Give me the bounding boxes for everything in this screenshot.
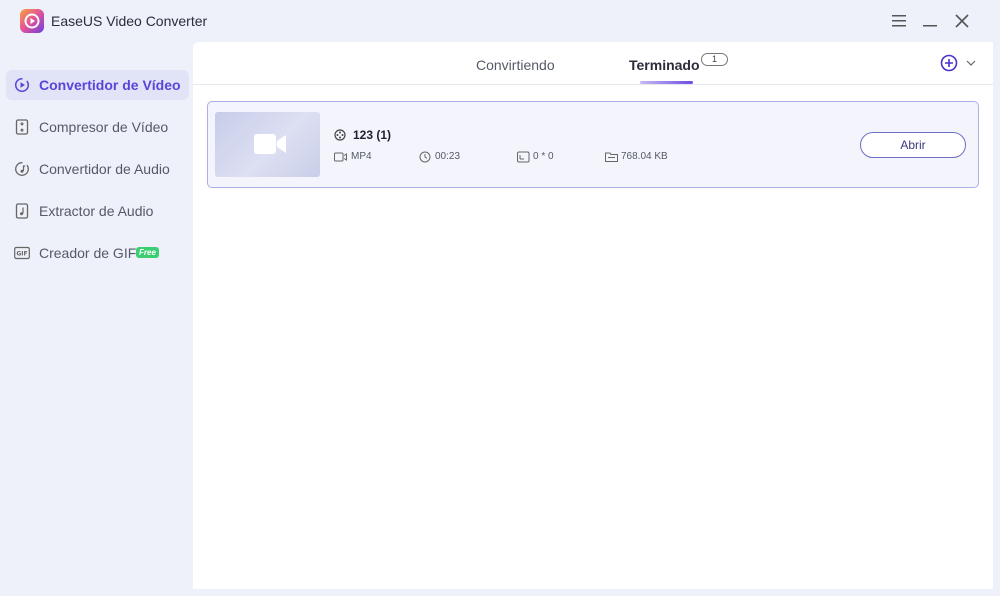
add-file-icon[interactable]	[940, 54, 958, 72]
clock-icon	[419, 151, 431, 163]
close-icon	[955, 14, 969, 28]
close-button[interactable]	[951, 10, 973, 32]
minimize-button[interactable]	[919, 10, 941, 32]
tab-finished[interactable]: Terminado	[629, 57, 700, 73]
sidebar-item-label: Creador de GIF	[39, 245, 137, 261]
easeus-logo-icon	[20, 9, 44, 33]
sidebar-item-audio-converter[interactable]: Convertidor de Audio	[6, 154, 189, 184]
file-format: MP4	[351, 151, 372, 162]
file-size: 768.04 KB	[621, 151, 668, 162]
folder-icon	[605, 152, 618, 162]
audio-extract-icon	[15, 203, 29, 219]
sidebar-item-label: Convertidor de Vídeo	[39, 77, 181, 93]
file-card[interactable]: 123 (1) MP4 00:23 0 * 0 768.04 KB Abrir	[207, 101, 979, 188]
gif-icon: GIF	[14, 246, 30, 260]
video-convert-icon	[14, 77, 30, 93]
video-format-icon	[334, 152, 347, 162]
audio-convert-icon	[15, 162, 29, 176]
svg-text:GIF: GIF	[16, 251, 27, 258]
sidebar: Convertidor de Vídeo Compresor de Vídeo …	[0, 42, 193, 596]
tab-converting[interactable]: Convirtiendo	[476, 57, 555, 73]
open-button[interactable]: Abrir	[860, 132, 966, 158]
free-badge: Free	[136, 247, 159, 258]
menu-button[interactable]	[888, 10, 910, 32]
title-bar: EaseUS Video Converter	[0, 0, 1000, 42]
compress-icon	[15, 119, 29, 135]
tabs-bar: Convirtiendo Terminado 1	[193, 42, 993, 85]
sidebar-item-video-converter[interactable]: Convertidor de Vídeo	[6, 70, 189, 100]
app-title: EaseUS Video Converter	[51, 13, 208, 29]
sidebar-item-gif-maker[interactable]: GIF Creador de GIF Free	[6, 238, 189, 268]
chevron-down-icon[interactable]	[966, 59, 976, 67]
active-tab-indicator	[640, 81, 693, 84]
sidebar-item-audio-extractor[interactable]: Extractor de Audio	[6, 196, 189, 226]
file-name: 123 (1)	[353, 128, 392, 142]
sidebar-item-label: Extractor de Audio	[39, 203, 154, 219]
minimize-icon	[923, 25, 937, 27]
menu-icon	[892, 15, 906, 27]
main-panel: Convirtiendo Terminado 1 123 (1) MP4 00:…	[193, 42, 993, 589]
resolution-icon	[517, 151, 530, 163]
sidebar-item-label: Compresor de Vídeo	[39, 119, 169, 135]
video-camera-icon	[254, 134, 286, 154]
film-reel-icon	[334, 129, 346, 141]
sidebar-item-label: Convertidor de Audio	[39, 161, 170, 177]
file-resolution: 0 * 0	[533, 151, 554, 162]
file-duration: 00:23	[435, 151, 461, 162]
video-thumbnail	[215, 112, 320, 177]
finished-count-badge: 1	[701, 53, 728, 66]
sidebar-item-video-compressor[interactable]: Compresor de Vídeo	[6, 112, 189, 142]
